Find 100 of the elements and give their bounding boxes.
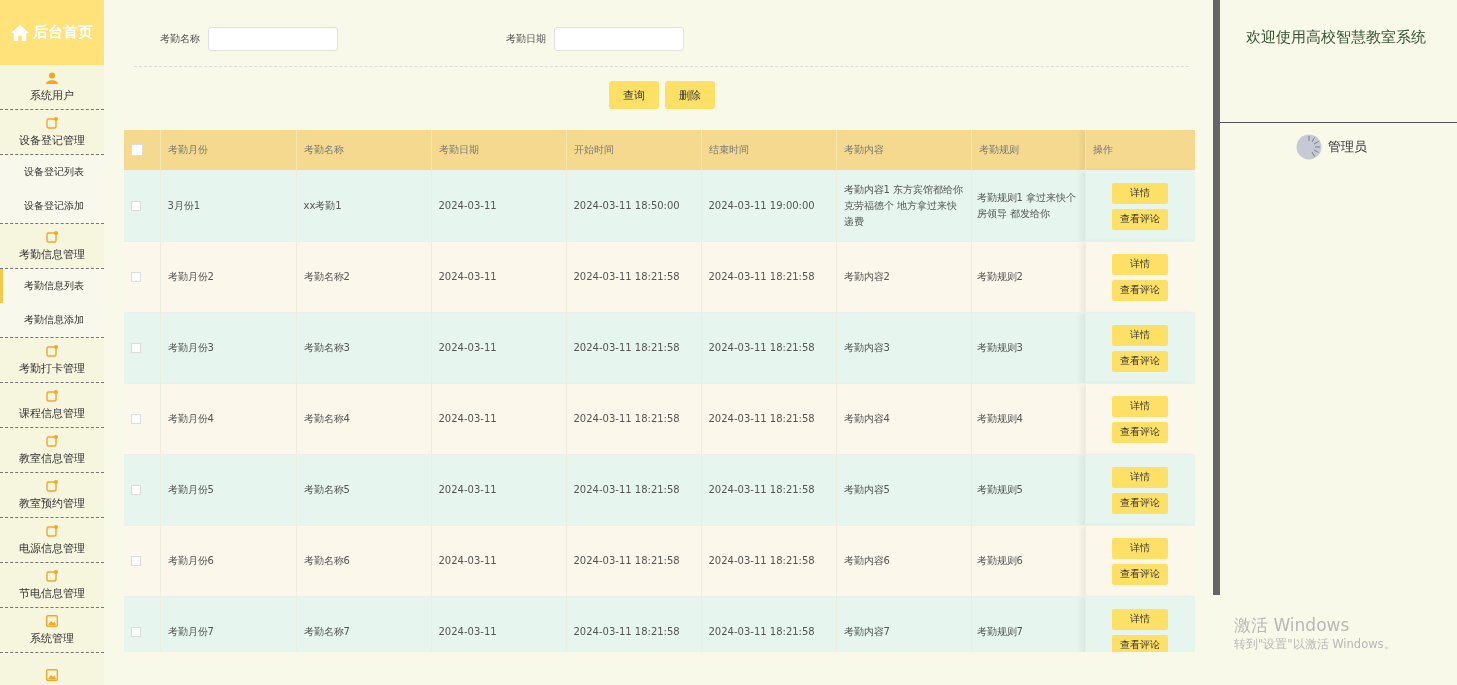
row-checkbox[interactable]: [131, 556, 141, 566]
row-button[interactable]: 查看评论: [1112, 350, 1168, 372]
row-checkbox[interactable]: [131, 414, 141, 424]
row-button[interactable]: 详情: [1112, 608, 1168, 630]
sidebar-item[interactable]: 电源信息管理: [0, 518, 104, 563]
sidebar-subitem[interactable]: 设备登记添加: [0, 189, 104, 223]
sidebar-item[interactable]: 教室信息管理: [0, 428, 104, 473]
row-button[interactable]: 详情: [1112, 182, 1168, 204]
note-icon: [46, 479, 58, 492]
row-button[interactable]: 查看评论: [1112, 492, 1168, 514]
table-cell: 2024-03-11 18:21:58: [708, 271, 815, 282]
table-cell: 2024-03-11 18:21:58: [573, 484, 680, 495]
note-icon: [46, 569, 58, 582]
table-cell: 2024-03-11: [438, 200, 497, 211]
sidebar-item[interactable]: 课程信息管理: [0, 383, 104, 428]
field-label: 考勤名称: [160, 32, 200, 46]
table-cell: 2024-03-11: [438, 413, 497, 424]
table-cell: 考勤名称4: [303, 413, 350, 424]
table-cell: 考勤月份6: [167, 555, 214, 566]
table-cell: 考勤月份2: [167, 271, 214, 282]
sidebar-item[interactable]: 考勤打卡管理: [0, 338, 104, 383]
table-cell: 考勤内容3: [843, 342, 890, 353]
sidebar-item[interactable]: 系统用户: [0, 65, 104, 110]
table-cell: 考勤名称6: [303, 555, 350, 566]
input-field[interactable]: [554, 27, 684, 51]
table-cell: 考勤月份3: [167, 342, 214, 353]
table-cell: 考勤规则7: [976, 626, 1023, 637]
table-cell: 考勤规则3: [976, 342, 1023, 353]
sidebar-item[interactable]: 节电信息管理: [0, 563, 104, 608]
table-cell: 考勤名称5: [303, 484, 350, 495]
table-cell: 2024-03-11 18:21:58: [573, 413, 680, 424]
table-cell: 考勤内容6: [843, 555, 890, 566]
table-cell: 考勤名称7: [303, 626, 350, 637]
field-label: 考勤日期: [506, 32, 546, 46]
note-icon: [46, 434, 58, 447]
note-icon: [46, 230, 58, 243]
table-cell: 考勤名称3: [303, 342, 350, 353]
column-header: 开始时间: [566, 130, 701, 171]
column-header: 结束时间: [701, 130, 836, 171]
image-icon: [46, 614, 58, 627]
row-button[interactable]: 查看评论: [1112, 563, 1168, 585]
table-cell: 考勤月份7: [167, 626, 214, 637]
table-cell: 2024-03-11 18:21:58: [573, 555, 680, 566]
row-button[interactable]: 查看评论: [1112, 208, 1168, 230]
action-button[interactable]: 查询: [608, 81, 659, 109]
table-cell: 2024-03-11 18:21:58: [708, 413, 815, 424]
row-checkbox[interactable]: [131, 485, 141, 495]
sidebar-item[interactable]: 教室预约管理: [0, 473, 104, 518]
table-cell: 2024-03-11: [438, 271, 497, 282]
table-cell: 2024-03-11 18:21:58: [708, 626, 815, 637]
row-button[interactable]: 查看评论: [1112, 279, 1168, 301]
row-button[interactable]: 详情: [1112, 395, 1168, 417]
input-field[interactable]: [208, 27, 338, 51]
row-checkbox[interactable]: [131, 627, 141, 637]
note-icon: [46, 344, 58, 357]
user-name: 管理员: [1328, 138, 1367, 156]
table-cell: 2024-03-11 18:21:58: [708, 555, 815, 566]
table-cell: 考勤内容7: [843, 626, 890, 637]
select-all-checkbox[interactable]: [131, 144, 143, 156]
note-icon: [46, 524, 58, 537]
row-button[interactable]: 查看评论: [1112, 634, 1168, 652]
row-checkbox[interactable]: [131, 343, 141, 353]
row-button[interactable]: 查看评论: [1112, 421, 1168, 443]
table-cell: 2024-03-11 18:21:58: [573, 626, 680, 637]
table-cell: 考勤内容5: [843, 484, 890, 495]
row-button[interactable]: 详情: [1112, 324, 1168, 346]
table-cell: 2024-03-11: [438, 626, 497, 637]
column-header: 考勤规则: [971, 130, 1085, 171]
table-cell: 2024-03-11 18:21:58: [708, 484, 815, 495]
table-cell: 考勤规则1 拿过来快个房领导 都发给你: [976, 192, 1077, 219]
table-cell: 考勤规则5: [976, 484, 1023, 495]
table-cell: 2024-03-11 18:21:58: [708, 342, 815, 353]
sidebar-subitem[interactable]: 考勤信息添加: [0, 303, 104, 337]
avatar-icon: [1296, 134, 1322, 160]
row-button[interactable]: 详情: [1112, 537, 1168, 559]
table-cell: 3月份1: [167, 200, 201, 211]
scrollbar[interactable]: [1213, 0, 1220, 595]
table-cell: 2024-03-11 18:50:00: [573, 200, 680, 211]
sidebar-subitem[interactable]: 设备登记列表: [0, 155, 104, 189]
action-button[interactable]: 删除: [664, 81, 715, 109]
row-button[interactable]: 详情: [1112, 466, 1168, 488]
row-checkbox[interactable]: [131, 201, 141, 211]
note-icon: [46, 389, 58, 402]
row-checkbox[interactable]: [131, 272, 141, 282]
home-icon: [11, 24, 29, 41]
column-header: 考勤名称: [296, 130, 431, 171]
table-cell: 2024-03-11 19:00:00: [708, 200, 815, 211]
table-cell: 2024-03-11: [438, 555, 497, 566]
table-cell: 考勤内容4: [843, 413, 890, 424]
sidebar-item[interactable]: 系统管理: [0, 608, 104, 653]
column-header: 考勤日期: [431, 130, 566, 171]
table-cell: 2024-03-11: [438, 484, 497, 495]
row-button[interactable]: 详情: [1112, 253, 1168, 275]
table-cell: xx考勤1: [303, 200, 342, 211]
user-icon: [46, 71, 58, 84]
table-cell: 考勤月份5: [167, 484, 214, 495]
table-cell: 考勤月份4: [167, 413, 214, 424]
table-cell: 考勤内容1 东方宾馆都给你克劳福德个 地方拿过来快递费: [843, 184, 964, 227]
sidebar-subitem[interactable]: 考勤信息列表: [0, 269, 104, 303]
image-icon: [46, 669, 58, 681]
